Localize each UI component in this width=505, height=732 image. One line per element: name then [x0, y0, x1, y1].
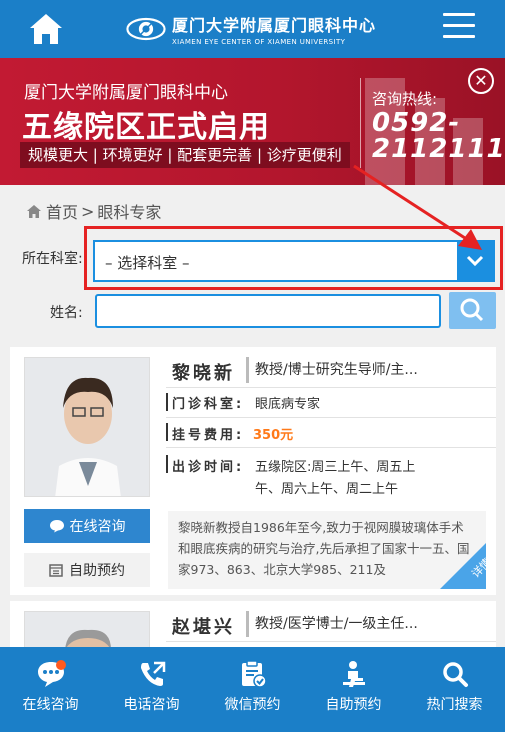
search-icon: [442, 662, 468, 687]
doctor-card: 赵堪兴 教授/医学博士/一级主任...: [10, 601, 496, 671]
nav-label: 在线咨询: [22, 697, 79, 713]
chat-icon: [49, 520, 64, 533]
menu-icon[interactable]: [443, 13, 475, 43]
fee-label: 挂号费用:: [172, 428, 245, 443]
logo-chinese-name: 厦门大学附属厦门眼科中心: [171, 16, 376, 35]
breadcrumb-separator: >: [81, 201, 95, 221]
breadcrumb: 首页 > 眼科专家: [26, 199, 161, 223]
nav-hot-search[interactable]: 热门搜索: [404, 647, 505, 732]
notification-dot: [56, 660, 66, 670]
doctor-title: 教授/医学博士/一级主任...: [246, 611, 438, 637]
divider: [166, 447, 496, 448]
person-desk-icon: [342, 661, 365, 687]
logo-english-name: XIAMEN EYE CENTER OF XIAMEN UNIVERSITY: [171, 38, 346, 46]
label-bar: [166, 423, 168, 441]
name-input[interactable]: [95, 294, 441, 328]
banner-tagline: 规模更大 | 环境更好 | 配套更完善 | 诊疗更便利: [20, 142, 350, 168]
promo-banner[interactable]: 厦门大学附属厦门眼科中心 五缘院区正式启用 规模更大 | 环境更好 | 配套更完…: [0, 58, 505, 185]
self-booking-button[interactable]: 自助预约: [24, 553, 150, 587]
banner-subtitle: 厦门大学附属厦门眼科中心: [24, 83, 228, 103]
home-icon: [27, 204, 41, 218]
doctor-photo: [24, 357, 150, 497]
top-header: 厦门大学附属厦门眼科中心 XIAMEN EYE CENTER OF XIAMEN…: [0, 0, 505, 58]
doctor-name[interactable]: 黎晓新: [172, 359, 235, 385]
department-label: 所在科室:: [22, 251, 83, 267]
divider: [166, 417, 496, 418]
breadcrumb-home[interactable]: 首页: [46, 199, 78, 223]
logo-eye-icon: [126, 17, 166, 41]
calendar-icon: [49, 564, 63, 577]
nav-phone-consult[interactable]: 电话咨询: [101, 647, 202, 732]
nav-wechat-booking[interactable]: 微信预约: [202, 647, 303, 732]
doctor-intro: 黎晓新教授自1986年至今,致力于视网膜玻璃体手术和眼底疾病的研究与治疗,先后承…: [168, 511, 486, 589]
nav-online-consult[interactable]: 在线咨询: [0, 647, 101, 732]
close-banner-button[interactable]: ✕: [468, 68, 494, 94]
details-badge[interactable]: 详情: [440, 543, 486, 589]
online-consult-label: 在线咨询: [69, 519, 126, 535]
self-booking-label: 自助预约: [69, 563, 125, 579]
search-button[interactable]: [449, 292, 496, 329]
nav-label: 电话咨询: [123, 697, 180, 713]
schedule-label: 出诊时间:: [172, 460, 245, 475]
label-bar: [166, 393, 168, 411]
hotline-number[interactable]: 0592-2112111: [372, 110, 505, 162]
breadcrumb-current: 眼科专家: [97, 203, 162, 222]
nav-label: 微信预约: [224, 697, 281, 713]
schedule-line-2: 午、周六上午、周二上午: [255, 482, 399, 497]
schedule-line-1: 五缘院区:周三上午、周五上: [255, 460, 416, 475]
clipboard-check-icon: [241, 660, 267, 688]
name-label: 姓名:: [50, 305, 83, 321]
doctor-card: 在线咨询 自助预约 黎晓新 教授/博士研究生导师/主... 门诊科室: 眼底病专…: [10, 347, 496, 595]
phone-icon: [140, 661, 165, 686]
doctor-title: 教授/博士研究生导师/主...: [246, 357, 438, 383]
bottom-nav: 在线咨询 电话咨询 微信预约 自助预约 热门搜索: [0, 647, 505, 732]
doctor-name[interactable]: 赵堪兴: [172, 613, 235, 639]
fee-value: 350元: [253, 428, 294, 443]
annotation-highlight-box: [84, 226, 503, 290]
label-bar: [166, 455, 168, 473]
banner-divider: [360, 78, 361, 168]
nav-label: 自助预约: [325, 697, 382, 713]
hospital-logo[interactable]: 厦门大学附属厦门眼科中心 XIAMEN EYE CENTER OF XIAMEN…: [126, 10, 376, 48]
divider: [166, 641, 496, 642]
divider: [166, 387, 496, 388]
search-icon: [460, 298, 484, 322]
dept-value: 眼底病专家: [255, 397, 321, 412]
home-icon[interactable]: [28, 12, 64, 46]
nav-self-booking[interactable]: 自助预约: [303, 647, 404, 732]
online-consult-button[interactable]: 在线咨询: [24, 509, 150, 543]
hotline-label: 咨询热线:: [372, 90, 438, 108]
banner-title: 五缘院区正式启用: [22, 110, 270, 145]
dept-label: 门诊科室:: [172, 397, 245, 412]
nav-label: 热门搜索: [426, 697, 483, 713]
